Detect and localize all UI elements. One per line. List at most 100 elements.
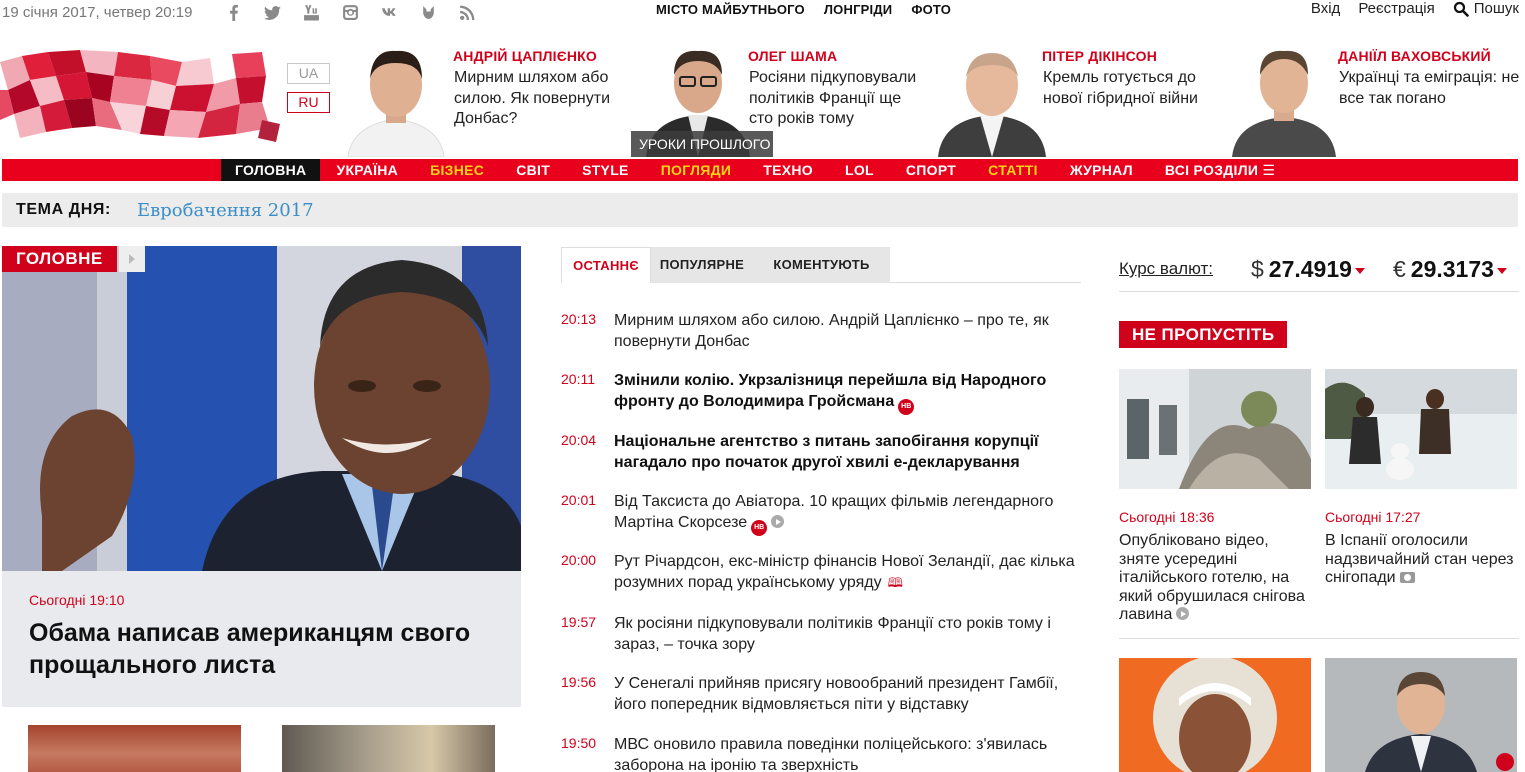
card-image bbox=[1119, 369, 1311, 489]
twitter-icon[interactable] bbox=[261, 3, 283, 21]
lang-ua-button[interactable]: UA bbox=[287, 63, 330, 84]
tab-latest[interactable]: ОСТАННЄ bbox=[561, 247, 651, 283]
rates-label[interactable]: Курс валют: bbox=[1119, 259, 1213, 279]
opinion-title: Росіяни підкуповували політиків Франції … bbox=[749, 69, 917, 127]
topic-link[interactable]: Евробачення 2017 bbox=[137, 200, 314, 221]
nv-badge-icon: НВ bbox=[751, 520, 768, 536]
news-title[interactable]: Рут Річардсон, екс-міністр фінансів Ново… bbox=[614, 551, 1076, 593]
feature-time: Сьогодні 19:10 bbox=[29, 592, 125, 608]
news-title[interactable]: Змінили колію. Укрзалізниця перейшла від… bbox=[614, 370, 1076, 415]
main-feature[interactable]: ГОЛОВНЕ Сьогодні 19:10 Обама написав аме… bbox=[2, 246, 521, 772]
search-label: Пошук bbox=[1473, 0, 1519, 17]
facebook-icon[interactable] bbox=[222, 3, 244, 21]
register-link[interactable]: Реєстрація bbox=[1358, 0, 1434, 17]
nav-item-lol[interactable]: LOL bbox=[829, 159, 890, 181]
social-links bbox=[222, 3, 478, 21]
video-icon bbox=[1176, 607, 1190, 620]
site-logo[interactable] bbox=[0, 50, 282, 142]
news-title[interactable]: У Сенегалі прийняв присягу новообраний п… bbox=[614, 673, 1076, 715]
news-title[interactable]: МВС оновило правила поведінки поліцейськ… bbox=[614, 734, 1076, 772]
opinion-column[interactable]: ДАНІЇЛ ВАХОВСЬКИЙ Українці та еміграція:… bbox=[1228, 45, 1523, 157]
news-time: 19:50 bbox=[561, 735, 597, 751]
special-link[interactable]: МІСТО МАЙБУТНЬОГО bbox=[656, 2, 805, 17]
nav-item-sport[interactable]: СПОРТ bbox=[890, 159, 972, 181]
main-nav: ГОЛОВНА УКРАЇНА БІЗНЕС СВІТ STYLE ПОГЛЯД… bbox=[2, 159, 1518, 181]
camera-icon bbox=[1399, 572, 1415, 583]
news-title-text: Рут Річардсон, екс-міністр фінансів Ново… bbox=[614, 553, 1075, 591]
nav-item-business[interactable]: БІЗНЕС bbox=[414, 159, 500, 181]
opinion-title: Мирним шляхом або силою. Як повернути До… bbox=[454, 69, 611, 127]
nav-item-world[interactable]: СВІТ bbox=[500, 159, 566, 181]
usd-rate: $27.4919 bbox=[1251, 256, 1365, 283]
article-thumbnail[interactable] bbox=[28, 725, 241, 772]
news-title[interactable]: Як росіяни підкуповували політиків Франц… bbox=[614, 613, 1076, 655]
author-photo bbox=[1232, 50, 1336, 157]
nav-item-main[interactable]: ГОЛОВНА bbox=[221, 159, 321, 181]
opinion-badge: УРОКИ ПРОШЛОГО bbox=[631, 131, 773, 157]
instagram-icon[interactable] bbox=[339, 3, 361, 21]
news-title[interactable]: Національне агентство з питань запобіган… bbox=[614, 431, 1076, 473]
dont-miss-card-image[interactable] bbox=[1119, 658, 1311, 772]
nav-item-opinions[interactable]: ПОГЛЯДИ bbox=[645, 159, 748, 181]
news-time: 20:11 bbox=[561, 371, 595, 387]
news-time: 19:56 bbox=[561, 674, 597, 690]
tab-popular[interactable]: ПОПУЛЯРНЕ bbox=[651, 247, 753, 283]
news-title[interactable]: Від Таксиста до Авіатора. 10 кращих філь… bbox=[614, 491, 1076, 536]
dont-miss-card[interactable]: Сьогодні 18:36 Опубліковано відео, зняте… bbox=[1119, 369, 1311, 625]
nav-item-articles[interactable]: СТАТТІ bbox=[972, 159, 1054, 181]
card-time: Сьогодні 18:36 bbox=[1119, 509, 1215, 525]
dont-miss-heading: НЕ ПРОПУСТІТЬ bbox=[1119, 321, 1288, 348]
card-title[interactable]: Опубліковано відео, зняте усередині італ… bbox=[1119, 532, 1311, 625]
nav-item-ukraine[interactable]: УКРАЇНА bbox=[320, 159, 414, 181]
nav-item-all-sections[interactable]: ВСІ РОЗДІЛИ ☰ bbox=[1149, 159, 1291, 181]
dont-miss-card-image[interactable] bbox=[1325, 658, 1517, 772]
down-arrow-icon bbox=[1496, 268, 1507, 274]
eur-value: 29.3173 bbox=[1410, 256, 1494, 282]
author-name: ОЛЕГ ШАМА bbox=[748, 48, 838, 64]
special-link[interactable]: ЛОНГРІДИ bbox=[824, 2, 892, 17]
next-arrow-icon[interactable] bbox=[119, 246, 145, 272]
nav-item-magazine[interactable]: ЖУРНАЛ bbox=[1054, 159, 1149, 181]
news-tabs: ОСТАННЄ ПОПУЛЯРНЕ КОМЕНТУЮТЬ bbox=[561, 247, 1081, 283]
down-arrow-icon bbox=[1354, 268, 1365, 274]
news-time: 20:00 bbox=[561, 552, 597, 568]
special-link[interactable]: ФОТО bbox=[911, 2, 951, 17]
usd-value: 27.4919 bbox=[1268, 256, 1352, 282]
telegram-icon[interactable] bbox=[417, 3, 439, 21]
topic-of-day-bar: ТЕМА ДНЯ: Евробачення 2017 bbox=[2, 193, 1518, 227]
nav-item-tech[interactable]: ТЕХНО bbox=[747, 159, 829, 181]
opinion-column[interactable]: АНДРІЙ ЦАПЛІЄНКО Мирним шляхом або силою… bbox=[342, 45, 632, 157]
news-title-text: Змінили колію. Укрзалізниця перейшла від… bbox=[614, 372, 1047, 410]
auth-links: Вхід Реєстрація Пошук bbox=[1311, 0, 1519, 17]
magazine-icon: 🕮 bbox=[887, 575, 903, 590]
news-time: 20:13 bbox=[561, 311, 597, 327]
special-projects: МІСТО МАЙБУТНЬОГО ЛОНГРІДИ ФОТО bbox=[656, 2, 951, 17]
card-title-text: Опубліковано відео, зняте усередині італ… bbox=[1119, 532, 1305, 623]
card-title-text: В Іспанії оголосили надзвичайний стан че… bbox=[1325, 532, 1514, 586]
lang-ru-button[interactable]: RU bbox=[287, 92, 330, 113]
topic-label: ТЕМА ДНЯ: bbox=[16, 201, 111, 218]
author-photo bbox=[347, 50, 445, 157]
news-title[interactable]: Мирним шляхом або силою. Андрій Цаплієнк… bbox=[614, 310, 1076, 352]
eur-rate: €29.3173 bbox=[1393, 256, 1507, 283]
opinion-title: Українці та еміграція: не все так погано bbox=[1339, 69, 1520, 107]
login-link[interactable]: Вхід bbox=[1311, 0, 1340, 17]
author-name: ПІТЕР ДІКІНСОН bbox=[1042, 48, 1158, 64]
rss-icon[interactable] bbox=[456, 3, 478, 21]
search-button[interactable]: Пошук bbox=[1453, 0, 1519, 17]
feature-title[interactable]: Обама написав американцям свого прощальн… bbox=[29, 617, 489, 681]
card-title[interactable]: В Іспанії оголосили надзвичайний стан че… bbox=[1325, 532, 1517, 588]
nav-item-style[interactable]: STYLE bbox=[566, 159, 645, 181]
nv-badge-icon: НВ bbox=[898, 399, 915, 415]
dont-miss-card[interactable]: Сьогодні 17:27 В Іспанії оголосили надзв… bbox=[1325, 369, 1517, 588]
opinion-column[interactable]: ПІТЕР ДІКІНСОН Кремль готується до нової… bbox=[936, 45, 1226, 157]
card-time: Сьогодні 17:27 bbox=[1325, 509, 1421, 525]
search-icon bbox=[1453, 1, 1469, 17]
tab-commented[interactable]: КОМЕНТУЮТЬ bbox=[753, 247, 890, 283]
vk-icon[interactable] bbox=[378, 3, 400, 21]
usd-symbol: $ bbox=[1251, 256, 1264, 282]
video-icon bbox=[771, 515, 785, 528]
youtube-icon[interactable] bbox=[300, 3, 322, 21]
article-thumbnail[interactable] bbox=[282, 725, 495, 772]
author-photo bbox=[938, 53, 1046, 157]
